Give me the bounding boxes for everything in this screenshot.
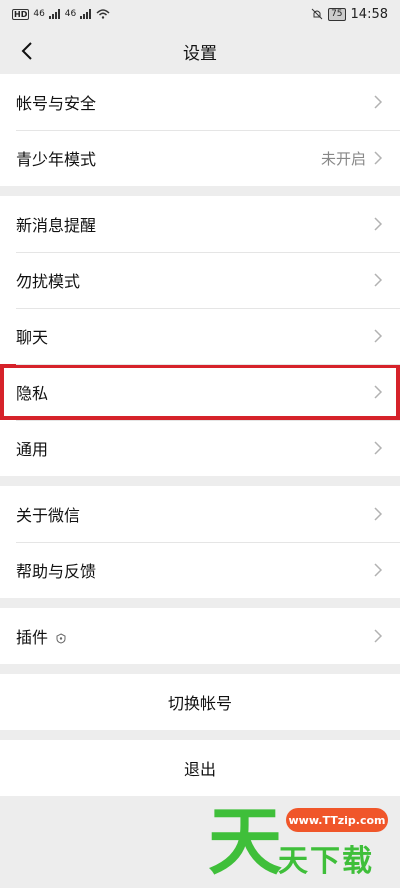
chevron-right-icon [374,216,384,232]
plugins-label: 插件 [16,628,49,647]
watermark-big-char: 天 [208,799,282,885]
settings-item-label: 关于微信 [16,506,81,525]
signal-icon [48,9,60,19]
settings-item-privacy[interactable]: 隐私 [0,364,400,420]
page-title: 设置 [183,43,217,64]
chevron-right-icon [374,506,384,522]
settings-item-notifications[interactable]: 新消息提醒 [0,196,400,252]
watermark-url: www.TTzip.com [286,808,388,832]
settings-item-chat[interactable]: 聊天 [0,308,400,364]
chevron-right-icon [374,562,384,578]
chevron-right-icon [374,272,384,288]
mute-bell-icon [311,8,323,20]
settings-item-label: 插件 [16,624,374,648]
settings-item-teen-mode[interactable]: 青少年模式 未开启 [0,130,400,186]
shield-icon [56,633,66,644]
chevron-right-icon [374,628,384,644]
logout-button[interactable]: 退出 [0,740,400,796]
nav-bar: 设置 [0,28,400,74]
battery-icon: 75 [328,7,346,21]
settings-item-label: 帮助与反馈 [16,562,97,581]
chevron-right-icon [374,94,384,110]
settings-item-label: 聊天 [16,328,49,347]
settings-item-about[interactable]: 关于微信 [0,486,400,542]
settings-group-general: 新消息提醒 勿扰模式 聊天 隐私 通用 [0,196,400,476]
clock: 14:58 [350,6,388,22]
wifi-icon [96,9,110,19]
settings-item-do-not-disturb[interactable]: 勿扰模式 [0,252,400,308]
signal-icon-2 [80,9,92,19]
chevron-right-icon [374,328,384,344]
chevron-right-icon [374,150,384,166]
settings-item-label: 隐私 [16,384,49,403]
signal-label-1: 46 [33,9,45,19]
switch-account-button[interactable]: 切换帐号 [0,674,400,730]
status-bar: HD 46 46 75 14:58 [0,0,400,28]
settings-group-about: 关于微信 帮助与反馈 [0,486,400,598]
settings-item-label: 青少年模式 [16,150,97,169]
settings-item-label: 通用 [16,440,49,459]
settings-item-label: 帐号与安全 [16,94,97,113]
signal-label-2: 46 [64,9,77,19]
chevron-left-icon [21,42,32,60]
settings-group-account: 帐号与安全 青少年模式 未开启 [0,74,400,186]
hd-badge: HD [12,8,30,20]
watermark: 天 天下载 www.TTzip.com [208,800,388,884]
watermark-sub-text: 天下载 [278,844,374,879]
teen-mode-status: 未开启 [320,149,366,168]
settings-item-account-security[interactable]: 帐号与安全 [0,74,400,130]
back-button[interactable] [10,34,44,68]
settings-item-general[interactable]: 通用 [0,420,400,476]
settings-item-label: 勿扰模式 [16,272,81,291]
status-left: HD 46 46 [12,8,110,20]
settings-item-plugins[interactable]: 插件 [0,608,400,664]
settings-item-help-feedback[interactable]: 帮助与反馈 [0,542,400,598]
settings-item-label: 新消息提醒 [16,216,97,235]
settings-group-plugins: 插件 [0,608,400,664]
chevron-right-icon [374,384,384,400]
chevron-right-icon [374,440,384,456]
status-right: 75 14:58 [311,7,388,22]
